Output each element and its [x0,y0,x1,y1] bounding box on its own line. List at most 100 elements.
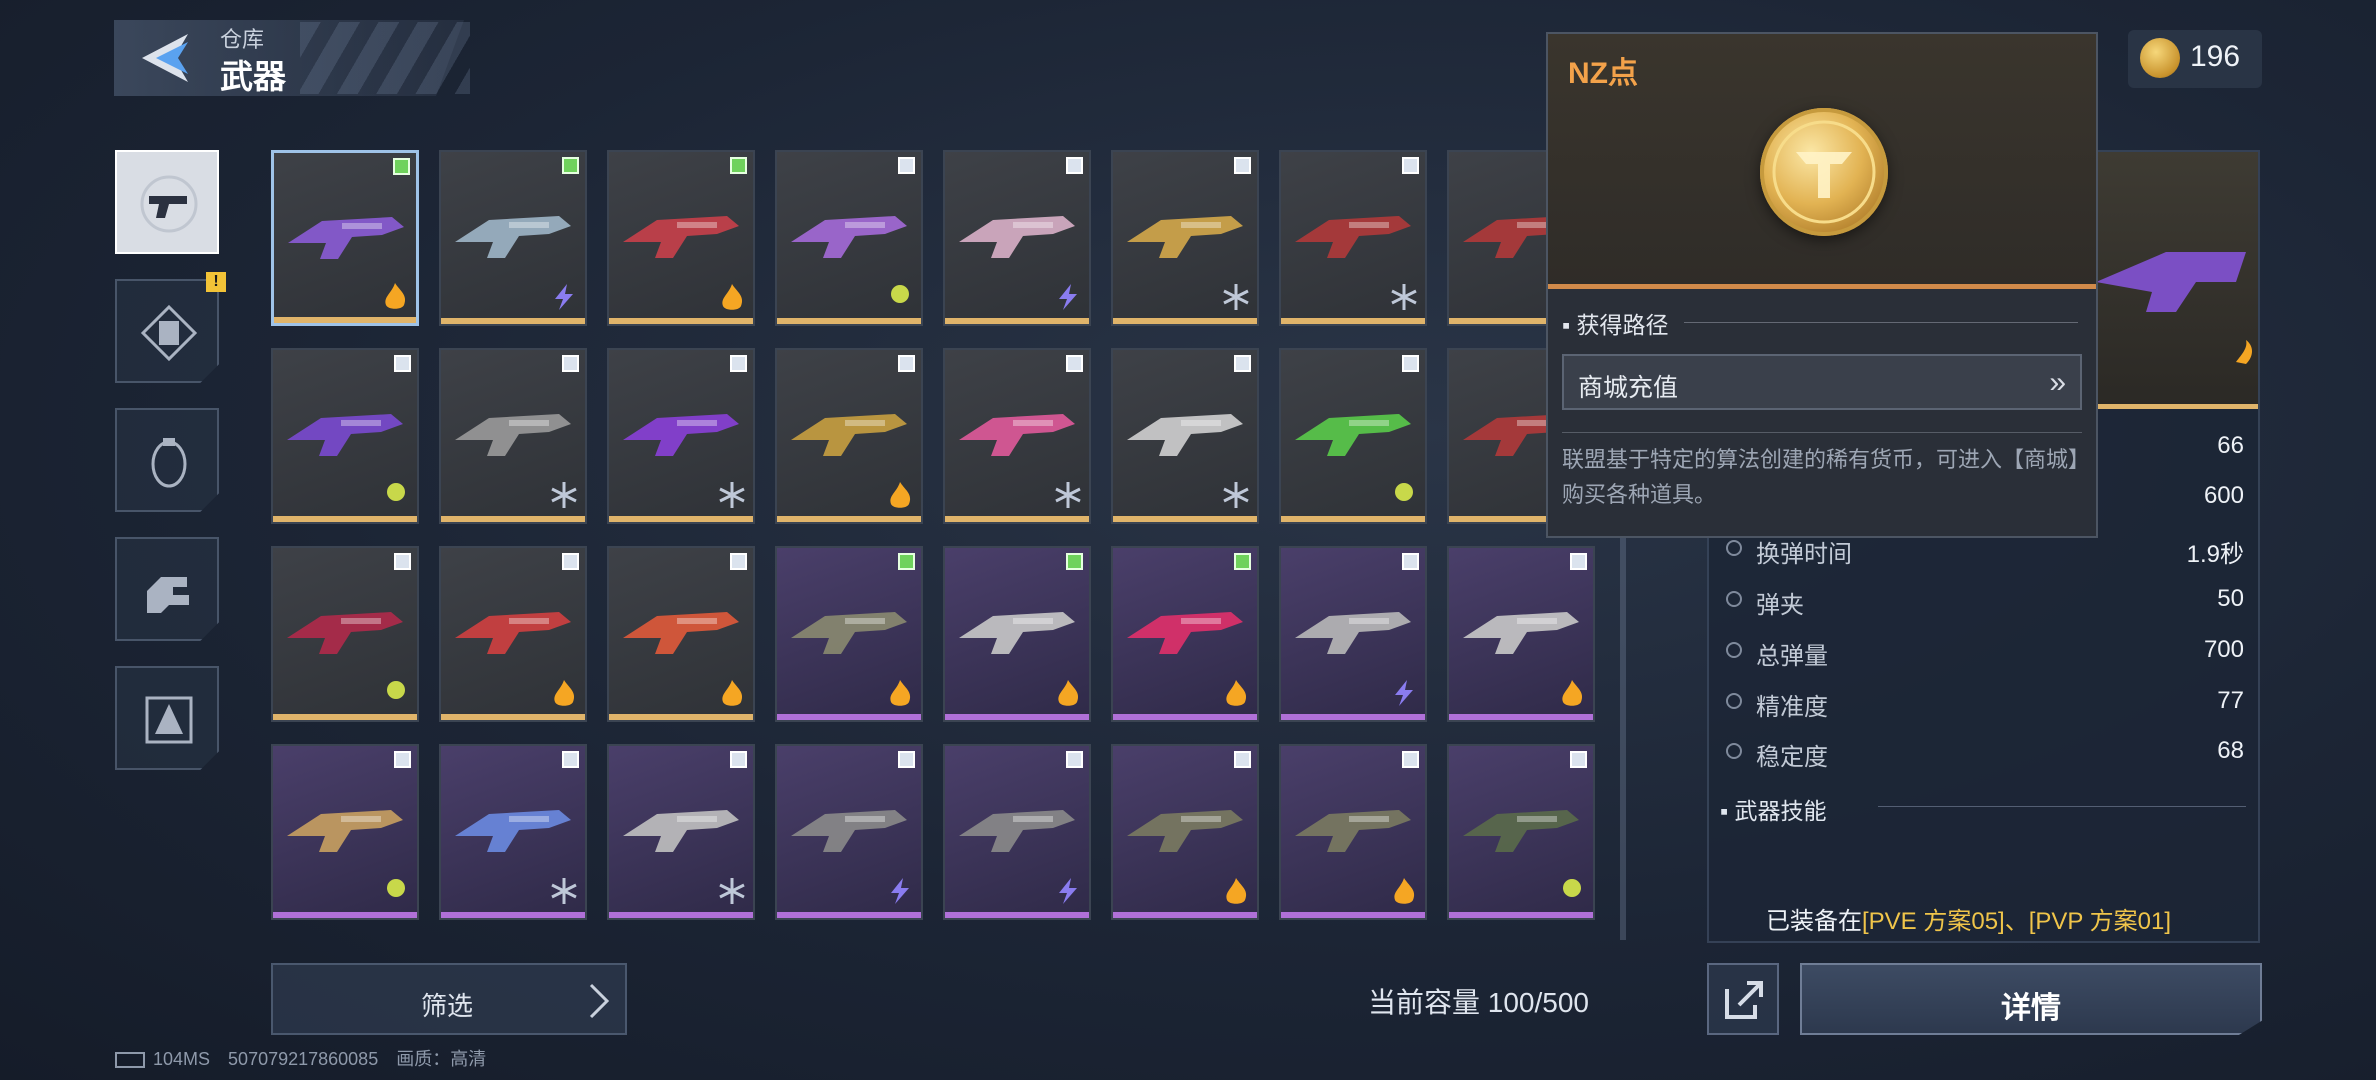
nav-pistol[interactable] [115,150,219,254]
select-checkbox[interactable] [898,751,915,768]
select-checkbox[interactable] [730,751,747,768]
select-checkbox[interactable] [730,157,747,174]
select-checkbox[interactable] [1570,751,1587,768]
weapon-slot[interactable] [1111,348,1259,524]
poison-element-icon [387,483,405,508]
nav-attachment[interactable] [115,666,219,770]
select-checkbox[interactable] [394,751,411,768]
select-checkbox[interactable] [1066,751,1083,768]
weapon-slot[interactable] [943,744,1091,920]
back-arrow-icon [142,34,188,82]
weapon-slot[interactable] [1447,744,1595,920]
route-heading: ▪ 获得路径 [1562,312,1669,338]
weapon-slot[interactable] [1111,150,1259,326]
select-checkbox[interactable] [393,158,410,175]
select-checkbox[interactable] [1234,157,1251,174]
select-checkbox[interactable] [1066,355,1083,372]
share-icon [1725,981,1763,1019]
rarity-bar [1113,318,1257,324]
weapon-image [791,216,907,258]
select-checkbox[interactable] [898,355,915,372]
weapon-slot[interactable] [607,150,755,326]
fire-element-icon [1394,878,1415,904]
stat-label: 稳定度 [1756,744,1828,771]
select-checkbox[interactable] [562,355,579,372]
weapon-slot[interactable] [607,348,755,524]
select-checkbox[interactable] [1234,751,1251,768]
stat-value: 700 [2203,636,2244,663]
filter-button[interactable]: 筛选 [271,963,627,1035]
stat-value: 600 [2203,482,2244,509]
select-checkbox[interactable] [1066,553,1083,570]
select-checkbox[interactable] [1570,553,1587,570]
select-checkbox[interactable] [562,751,579,768]
select-checkbox[interactable] [562,553,579,570]
fire-element-icon [1226,878,1247,904]
select-checkbox[interactable] [1066,157,1083,174]
status-footer: 104MS 507079217860085 画质：高清 [115,1045,504,1071]
weapon-slot[interactable] [439,546,587,722]
weapon-slot[interactable] [943,348,1091,524]
select-checkbox[interactable] [1402,355,1419,372]
weapon-slot[interactable] [271,348,419,524]
select-checkbox[interactable] [730,355,747,372]
weapon-slot[interactable] [1111,546,1259,722]
select-checkbox[interactable] [562,157,579,174]
weapon-image [455,612,571,654]
weapon-image [455,414,571,456]
select-checkbox[interactable] [1234,553,1251,570]
fire-element-icon [1058,680,1079,706]
nz-coin-large-icon [1760,108,1888,236]
weapon-slot[interactable] [775,150,923,326]
weapon-slot[interactable] [439,744,587,920]
detail-button[interactable]: 详情 [1800,963,2262,1035]
weapon-slot[interactable] [271,150,419,326]
nav-hand[interactable] [115,537,219,641]
fire-element-icon [1562,680,1583,706]
weapon-image [623,414,739,456]
weapon-slot[interactable] [1279,546,1427,722]
weapon-slot[interactable] [439,150,587,326]
select-checkbox[interactable] [898,553,915,570]
weapon-slot[interactable] [439,348,587,524]
chevron-right-icon [589,983,610,1019]
shop-recharge-button[interactable]: 商城充值 » [1562,354,2082,410]
weapon-slot[interactable] [943,546,1091,722]
rarity-bar [441,714,585,720]
select-checkbox[interactable] [1234,355,1251,372]
nav-armor[interactable] [115,279,219,383]
weapon-slot[interactable] [775,348,923,524]
lightning-element-icon [1059,878,1077,904]
weapon-slot[interactable] [943,150,1091,326]
stat-row: 弹夹 50 [1724,579,2244,619]
nav-grenade[interactable] [115,408,219,512]
rarity-bar [609,318,753,324]
back-button[interactable] [138,30,192,86]
weapon-slot[interactable] [607,546,755,722]
weapon-slot[interactable] [271,744,419,920]
nz-emblem-icon [1772,120,1876,224]
rarity-bar [441,912,585,918]
share-button[interactable] [1707,963,1779,1035]
fire-element-icon [722,284,743,310]
stat-value: 1.9秒 [2186,541,2244,568]
weapon-slot[interactable] [1279,348,1427,524]
weapon-slot[interactable] [775,744,923,920]
select-checkbox[interactable] [394,355,411,372]
select-checkbox[interactable] [1402,751,1419,768]
fire-element-icon [554,680,575,706]
select-checkbox[interactable] [394,553,411,570]
select-checkbox[interactable] [1402,157,1419,174]
weapon-slot[interactable] [1111,744,1259,920]
weapon-slot[interactable] [1447,546,1595,722]
select-checkbox[interactable] [1402,553,1419,570]
weapon-slot[interactable] [1279,744,1427,920]
weapon-slot[interactable] [1279,150,1427,326]
select-checkbox[interactable] [898,157,915,174]
page-title: 武器 [220,58,286,95]
select-checkbox[interactable] [730,553,747,570]
weapon-slot[interactable] [271,546,419,722]
weapon-slot[interactable] [775,546,923,722]
weapon-slot[interactable] [607,744,755,920]
weapon-image [623,612,739,654]
